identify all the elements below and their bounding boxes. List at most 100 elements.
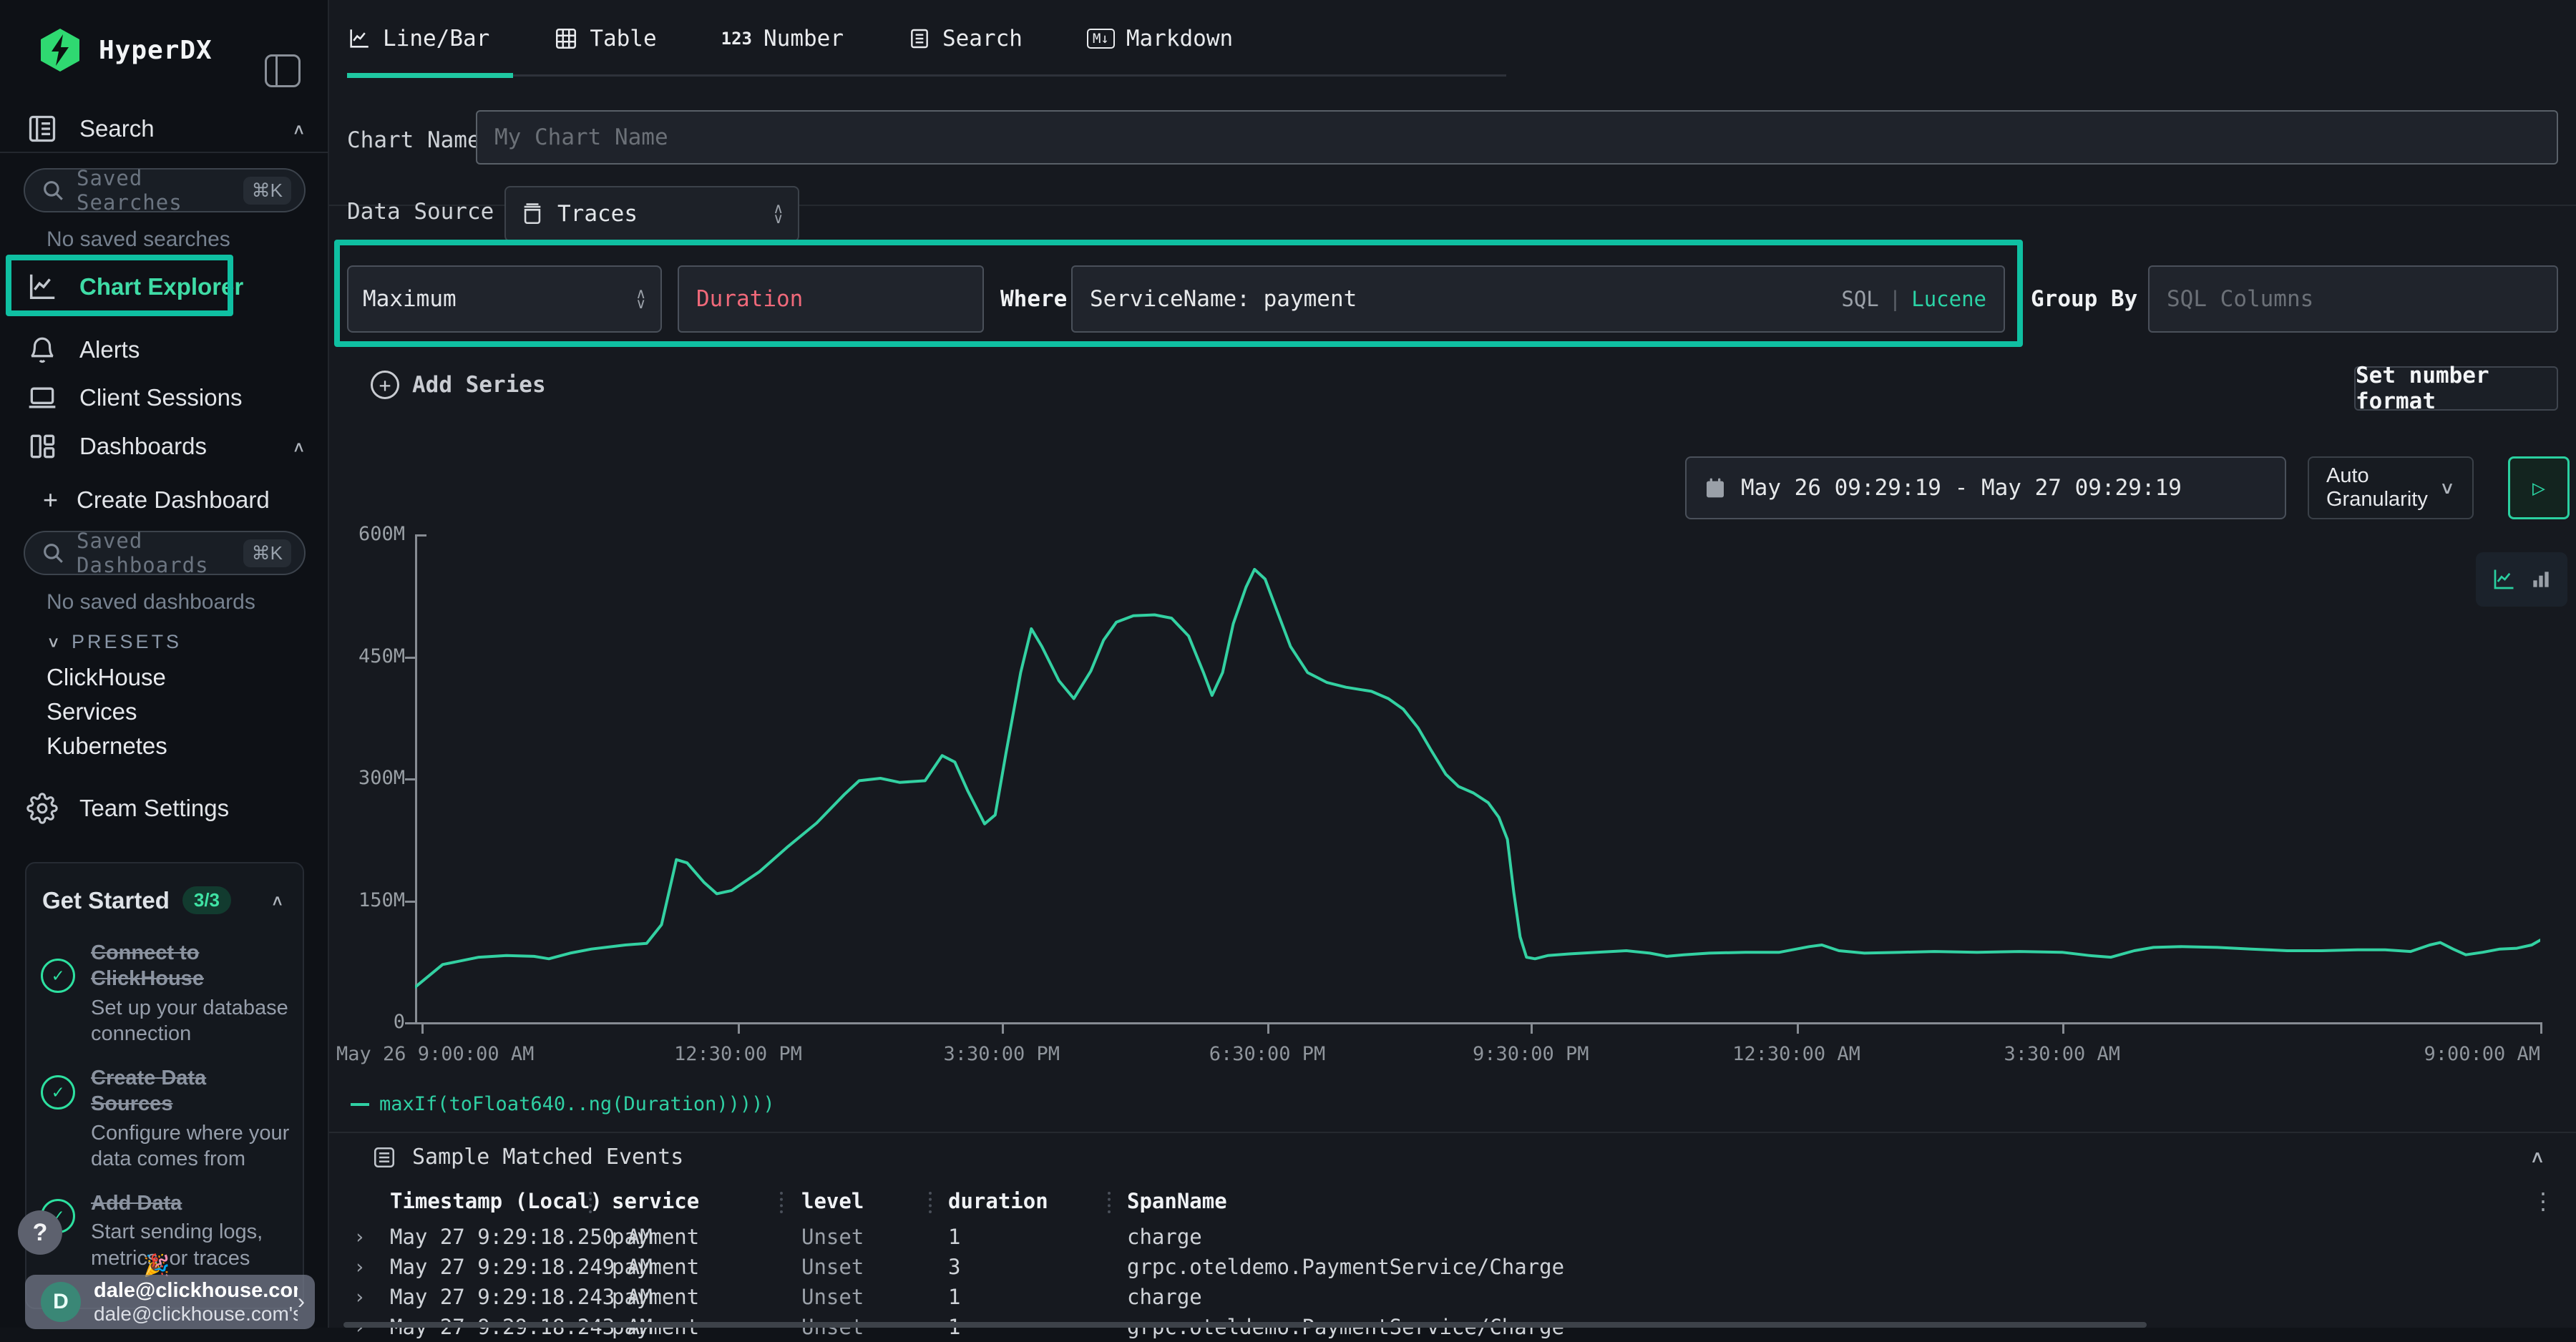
cell-spanname: charge: [1127, 1285, 2519, 1309]
dashboards-label: Dashboards: [79, 433, 207, 460]
y-tick-label: 0: [319, 1011, 405, 1033]
preset-services[interactable]: Services: [47, 698, 137, 725]
col-level[interactable]: level: [801, 1189, 948, 1213]
chevron-down-icon: ∨: [47, 633, 60, 651]
x-tick-label: 12:30:00 AM: [1732, 1043, 1860, 1065]
col-duration[interactable]: duration: [948, 1189, 1127, 1213]
search-icon: [41, 541, 65, 565]
cell-duration: 1: [948, 1285, 1127, 1309]
col-timestamp[interactable]: Timestamp (Local): [390, 1189, 612, 1213]
cell-service: payment: [612, 1285, 801, 1309]
y-tick-mark: [405, 901, 415, 903]
search-icon: [41, 178, 65, 202]
get-started-item-title: Create Data Sources: [91, 1065, 290, 1117]
sidebar-item-client-sessions[interactable]: Client Sessions: [24, 382, 306, 413]
time-series-chart[interactable]: 600M450M300M150M0 May 26 9:00:00 AM12:30…: [329, 0, 2576, 1145]
row-expand-icon[interactable]: ›: [353, 1256, 365, 1278]
cell-timestamp: May 27 9:29:18.249 AM: [390, 1255, 612, 1279]
get-started-item-desc: Set up your database connection: [91, 995, 290, 1047]
chart-line-series: [415, 534, 2540, 1022]
x-tick-label: 9:00:00 AM: [2424, 1043, 2540, 1065]
row-expand-icon[interactable]: ›: [353, 1226, 365, 1248]
saved-dashboards-input[interactable]: Saved Dashboards ⌘K: [24, 531, 306, 575]
app-window: HyperDX Search ∧ Saved Searches ⌘K No sa…: [0, 0, 2576, 1328]
kebab-menu-icon[interactable]: ⋮: [2532, 1187, 2555, 1215]
laptop-icon: [24, 382, 61, 413]
col-service[interactable]: service: [612, 1189, 801, 1213]
bell-icon: [24, 335, 61, 365]
check-circle-icon: ✓: [41, 1075, 75, 1110]
column-resize-handle[interactable]: [1108, 1192, 1111, 1213]
sidebar-search-label: Search: [79, 115, 155, 142]
dashboards-icon: [24, 431, 61, 462]
y-tick-mark: [405, 778, 415, 780]
y-tick-label: 150M: [319, 889, 405, 911]
x-tick-mark: [1531, 1022, 1533, 1034]
table-row[interactable]: › May 27 9:29:18.243 AM payment Unset 1 …: [329, 1282, 2519, 1312]
get-started-item-connect[interactable]: ✓ Connect to ClickHouse Set up your data…: [41, 940, 290, 1047]
sidebar-section-dashboards[interactable]: Dashboards ∧: [24, 431, 306, 462]
alerts-label: Alerts: [79, 336, 140, 363]
sidebar-collapse-icon[interactable]: [265, 54, 301, 87]
x-tick-mark: [2062, 1022, 2064, 1034]
create-dashboard-button[interactable]: + Create Dashboard: [43, 485, 270, 515]
column-resize-handle[interactable]: [589, 1192, 592, 1213]
get-started-item-desc: Start sending logs, metrics, or traces: [91, 1219, 290, 1271]
app-title: HyperDX: [99, 36, 213, 65]
cell-service: payment: [612, 1225, 801, 1249]
x-axis: [415, 1022, 2540, 1024]
x-tick-label: 9:30:00 PM: [1473, 1043, 1589, 1065]
collapse-panel-icon[interactable]: ∧: [2529, 1147, 2545, 1167]
user-team: dale@clickhouse.com's: [94, 1303, 298, 1326]
preset-clickhouse[interactable]: ClickHouse: [47, 664, 166, 691]
chevron-up-icon[interactable]: ∧: [292, 438, 306, 456]
col-spanname[interactable]: SpanName: [1127, 1189, 2519, 1213]
table-row[interactable]: › May 27 9:29:18.250 AM payment Unset 1 …: [329, 1222, 2519, 1252]
saved-dashboards-placeholder: Saved Dashboards: [77, 529, 243, 577]
get-started-progress-badge: 3/3: [182, 886, 231, 914]
cell-level: Unset: [801, 1225, 948, 1249]
x-tick-label: 3:30:00 PM: [943, 1043, 1060, 1065]
chevron-up-icon[interactable]: ∧: [292, 120, 306, 138]
y-tick-label: 300M: [319, 767, 405, 789]
column-resize-handle[interactable]: [929, 1192, 932, 1213]
kbd-shortcut-badge: ⌘K: [243, 539, 291, 567]
sidebar-section-search[interactable]: Search ∧: [24, 113, 306, 145]
chart-explorer-annotation-box: [6, 255, 233, 316]
help-button[interactable]: ?: [18, 1210, 62, 1255]
cell-timestamp: May 27 9:29:18.250 AM: [390, 1225, 612, 1249]
row-expand-icon[interactable]: ›: [353, 1286, 365, 1308]
column-resize-handle[interactable]: [780, 1192, 783, 1213]
main-content: Line/Bar Table 123 Number Search M↓ Mark…: [329, 0, 2576, 1328]
logo[interactable]: HyperDX: [0, 21, 329, 79]
legend-line-swatch: [351, 1103, 369, 1106]
plus-icon: +: [43, 485, 58, 515]
sidebar-divider: [0, 152, 329, 153]
no-saved-dashboards-text: No saved dashboards: [47, 590, 255, 614]
x-tick-mark: [738, 1022, 740, 1034]
get-started-title: Get Started: [42, 887, 170, 914]
sidebar-item-team-settings[interactable]: Team Settings: [24, 793, 306, 824]
hyperdx-logo-icon: [37, 27, 83, 73]
events-panel-header[interactable]: Sample Matched Events: [372, 1145, 683, 1170]
list-icon: [372, 1145, 396, 1170]
chart-legend[interactable]: maxIf(toFloat640..ng(Duration))))): [351, 1093, 775, 1115]
x-tick-mark: [2540, 1022, 2542, 1034]
gear-icon: [24, 793, 61, 824]
active-tab-indicator: [347, 73, 513, 78]
user-menu[interactable]: D dale@clickhouse.com dale@clickhouse.co…: [25, 1275, 315, 1329]
table-row[interactable]: › May 27 9:29:18.249 AM payment Unset 3 …: [329, 1252, 2519, 1282]
get-started-item-desc: Configure where your data comes from: [91, 1120, 290, 1172]
y-tick-mark: [405, 1022, 415, 1024]
get-started-item-datasources[interactable]: ✓ Create Data Sources Configure where yo…: [41, 1065, 290, 1172]
sidebar: HyperDX Search ∧ Saved Searches ⌘K No sa…: [0, 0, 329, 1328]
horizontal-scrollbar[interactable]: [343, 1322, 2147, 1328]
chevron-up-icon[interactable]: ∧: [270, 891, 284, 909]
cell-spanname: grpc.oteldemo.PaymentService/Charge: [1127, 1255, 2519, 1279]
preset-kubernetes[interactable]: Kubernetes: [47, 733, 167, 760]
saved-searches-input[interactable]: Saved Searches ⌘K: [24, 168, 306, 212]
saved-searches-placeholder: Saved Searches: [77, 166, 243, 215]
sidebar-item-alerts[interactable]: Alerts: [24, 335, 306, 365]
presets-toggle[interactable]: ∨ PRESETS: [47, 631, 182, 653]
x-tick-label: 12:30:00 PM: [674, 1043, 802, 1065]
